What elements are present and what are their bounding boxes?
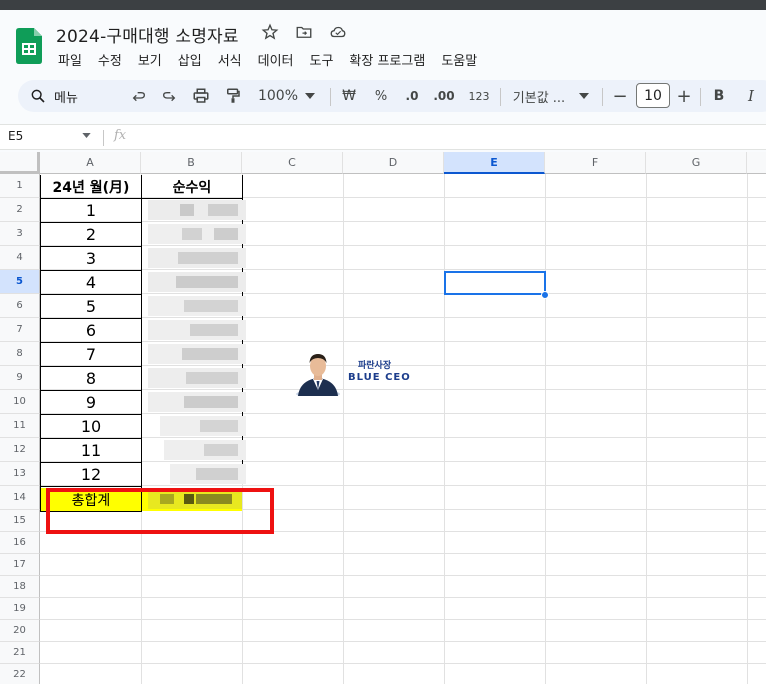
percent-format-button[interactable]: % <box>370 80 392 112</box>
redo-icon[interactable] <box>158 80 180 112</box>
print-icon[interactable] <box>190 80 212 112</box>
font-dropdown-icon[interactable] <box>576 80 592 112</box>
bold-button[interactable]: B <box>708 80 730 112</box>
row-header-20[interactable]: 20 <box>0 620 40 642</box>
grid-line <box>40 597 766 598</box>
fill-handle[interactable] <box>541 291 549 299</box>
menu-search[interactable]: 메뉴 <box>24 83 120 109</box>
logo-text-english: BLUE CEO <box>348 372 411 383</box>
menu-bar: 파일 수정 보기 삽입 서식 데이터 도구 확장 프로그램 도움말 <box>50 50 485 69</box>
name-box-dropdown-icon[interactable] <box>82 133 91 138</box>
fx-icon: fx <box>114 128 127 143</box>
font-size-increase-button[interactable]: + <box>674 80 694 112</box>
toolbar-divider <box>700 88 701 106</box>
active-cell-e5[interactable] <box>444 271 546 295</box>
grid-line <box>40 663 766 664</box>
blue-ceo-logo: 파란사장 BLUE CEO <box>294 350 412 398</box>
zoom-select[interactable]: 100% <box>254 80 302 112</box>
row-header-19[interactable]: 19 <box>0 598 40 620</box>
row-header-16[interactable]: 16 <box>0 532 40 554</box>
menu-insert[interactable]: 삽입 <box>170 50 210 69</box>
menu-view[interactable]: 보기 <box>130 50 170 69</box>
number-format-button[interactable]: 123 <box>466 80 492 112</box>
decrease-decimal-button[interactable]: .0 <box>400 80 424 112</box>
menu-help[interactable]: 도움말 <box>433 50 485 69</box>
menu-extensions[interactable]: 확장 프로그램 <box>341 50 433 69</box>
formula-divider <box>103 130 104 146</box>
paint-format-icon[interactable] <box>222 80 244 112</box>
name-box[interactable]: E5 <box>8 129 23 143</box>
grid-line <box>40 619 766 620</box>
annotation-red-box <box>46 488 274 534</box>
menu-format[interactable]: 서식 <box>210 50 250 69</box>
zoom-dropdown-icon[interactable] <box>302 80 318 112</box>
row-header-18[interactable]: 18 <box>0 576 40 598</box>
currency-format-button[interactable]: ₩ <box>338 80 360 112</box>
cloud-status-icon[interactable] <box>328 22 348 42</box>
sheets-logo-icon[interactable] <box>16 28 42 64</box>
formula-bar: E5 fx <box>0 124 766 150</box>
star-icon[interactable] <box>260 22 280 42</box>
menu-file[interactable]: 파일 <box>50 50 90 69</box>
browser-top-strip <box>0 0 766 10</box>
increase-decimal-button[interactable]: .00 <box>430 80 458 112</box>
font-size-input[interactable]: 10 <box>636 83 670 108</box>
font-family-select[interactable]: 기본값 ... <box>508 80 570 112</box>
grid-line <box>40 553 766 554</box>
table-borders <box>40 175 243 512</box>
move-folder-icon[interactable] <box>294 22 314 42</box>
toolbar-divider <box>602 88 603 106</box>
grid-line <box>40 641 766 642</box>
toolbar-divider <box>500 88 501 106</box>
row-header-17[interactable]: 17 <box>0 554 40 576</box>
undo-icon[interactable] <box>128 80 150 112</box>
avatar-icon <box>296 354 340 398</box>
app-header: 2024-구매대행 소명자료 파일 수정 보기 삽입 서식 데이터 도구 확장 … <box>0 10 766 76</box>
menu-data[interactable]: 데이터 <box>250 50 302 69</box>
grid-line <box>40 575 766 576</box>
row-header-21[interactable]: 21 <box>0 642 40 664</box>
toolbar-divider <box>330 88 331 106</box>
menu-tools[interactable]: 도구 <box>302 50 342 69</box>
logo-text-korean: 파란사장 <box>358 361 392 371</box>
menu-edit[interactable]: 수정 <box>90 50 130 69</box>
document-title[interactable]: 2024-구매대행 소명자료 <box>56 22 239 47</box>
search-icon <box>31 89 45 103</box>
font-size-decrease-button[interactable]: − <box>610 80 630 112</box>
italic-button[interactable]: I <box>740 80 762 112</box>
toolbar: 메뉴 100% ₩ % .0 .00 123 기본값 ... − 10 + B … <box>18 80 766 112</box>
spreadsheet-grid[interactable]: A B C D E F G 1 2 3 4 5 6 7 8 9 10 11 12 13 14 15 16 17 1… <box>0 152 766 684</box>
search-label: 메뉴 <box>54 90 78 106</box>
row-header-22[interactable]: 22 <box>0 664 40 684</box>
